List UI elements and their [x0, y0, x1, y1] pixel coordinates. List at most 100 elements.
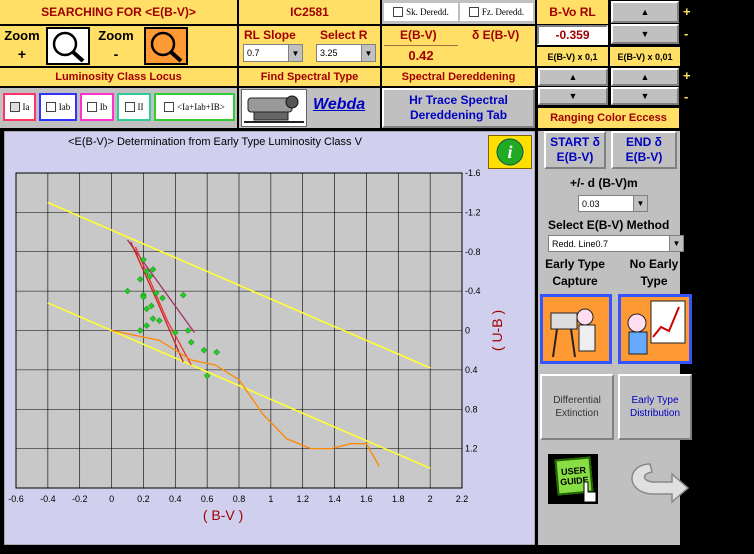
x-tick-label: 0.8	[233, 494, 246, 504]
chart-svg[interactable]: <E(B-V)> Determination from Early Type L…	[3, 130, 536, 546]
ebv-label: E(B-V)	[400, 28, 437, 42]
pm-db-select[interactable]: 0.03 ▼	[578, 195, 648, 212]
minus-sign-top: -	[684, 26, 689, 41]
bvo-value-field[interactable]: -0.359	[537, 25, 608, 45]
method-label: Select E(B-V) Method	[548, 218, 670, 232]
spec-dered-header: Spectral Dereddening	[382, 68, 535, 86]
early-dist-button[interactable]: Early Type Distribution	[618, 374, 692, 440]
chevron-down-icon[interactable]: ▼	[633, 196, 647, 211]
chevron-down-icon[interactable]: ▼	[669, 236, 683, 251]
all-label: <Ia+Iab+IB>	[177, 102, 225, 112]
zoom-minus-sign: -	[113, 46, 119, 62]
y-tick-label: -0.4	[465, 286, 481, 296]
x-tick-label: 0	[109, 494, 114, 504]
no-early-button[interactable]	[618, 294, 692, 364]
spectrograph-button[interactable]	[241, 89, 307, 127]
ranging-up-right-button[interactable]: ▲	[611, 68, 679, 86]
y-tick-label: 0.4	[465, 365, 478, 375]
deredd-toggle-panel: Sk. Deredd. Fz. Deredd.	[382, 0, 535, 24]
lum-class-all[interactable]: <Ia+Iab+IB>	[154, 93, 235, 121]
x-axis-label: ( B-V )	[203, 507, 243, 523]
end-delta-button[interactable]: END δ E(B-V)	[611, 131, 677, 169]
hr-trace-button[interactable]: Hr Trace Spectral Dereddening Tab	[382, 88, 535, 128]
ranging-down-left-button[interactable]: ▼	[538, 87, 608, 105]
cluster-name: IC2581	[239, 0, 380, 24]
photographer-icon	[550, 308, 596, 358]
up-arrow-icon: ▲	[640, 72, 650, 82]
y-tick-label: 1.2	[465, 444, 478, 454]
lum-class-iab[interactable]: Iab	[39, 93, 77, 121]
lum-class-ib[interactable]: Ib	[80, 93, 114, 121]
early-capture-button[interactable]	[540, 294, 612, 364]
webda-link[interactable]: Webda	[313, 96, 365, 114]
ii-box[interactable]	[124, 102, 135, 112]
ranging-down-right-button[interactable]: ▼	[611, 87, 679, 105]
all-box[interactable]	[164, 102, 175, 112]
x-tick-label: 2.2	[456, 494, 469, 504]
info-icon: i	[496, 138, 524, 166]
x-tick-label: 0.4	[169, 494, 182, 504]
bvo-rl-label: B-Vo RL	[537, 0, 608, 24]
zoom-plus-label: Zoom	[4, 28, 40, 43]
down-arrow-icon: ▼	[568, 91, 578, 101]
bvo-down-button[interactable]: ▼	[611, 24, 679, 44]
zoom-out-button[interactable]	[144, 27, 188, 65]
rl-slope-select[interactable]: 0.7 ▼	[243, 44, 303, 62]
x-tick-label: 1.8	[392, 494, 405, 504]
rl-slope-label: RL Slope	[244, 28, 296, 42]
magnifier-orange-icon	[150, 31, 183, 63]
down-arrow-icon: ▼	[640, 29, 650, 39]
searching-for-label: SEARCHING FOR <E(B-V)>	[0, 0, 237, 24]
method-value: Redd. Line0.7	[552, 238, 609, 249]
fz-deredd-box[interactable]	[468, 7, 479, 17]
info-button[interactable]: i	[488, 135, 532, 169]
bvo-up-button[interactable]: ▲	[611, 1, 679, 23]
iab-box[interactable]	[45, 102, 56, 112]
user-guide-button[interactable]: USER GUIDE	[548, 454, 598, 504]
ii-label: II	[137, 102, 144, 112]
up-arrow-icon: ▲	[640, 7, 650, 17]
x-tick-label: -0.6	[8, 494, 24, 504]
y-tick-label: -0.8	[465, 247, 481, 257]
back-button[interactable]	[620, 456, 690, 506]
ib-label: Ib	[99, 102, 108, 112]
sk-deredd-box[interactable]	[393, 7, 404, 17]
sk-deredd-checkbox[interactable]: Sk. Deredd.	[384, 3, 458, 21]
x-tick-label: 0.6	[201, 494, 214, 504]
select-r-select[interactable]: 3.25 ▼	[316, 44, 376, 62]
method-select[interactable]: Redd. Line0.7 ▼	[548, 235, 684, 252]
hand-pointer-icon	[583, 481, 597, 503]
delta-ebv-label: δ E(B-V)	[472, 28, 520, 42]
ebv-value: 0.42	[384, 45, 458, 64]
ranging-up-left-button[interactable]: ▲	[538, 68, 608, 86]
x-tick-label: 1.2	[296, 494, 309, 504]
y-axis-label: ( U-B )	[489, 310, 505, 351]
lum-locus-header: Luminosity Class Locus	[0, 68, 237, 86]
lum-class-ii[interactable]: II	[117, 93, 151, 121]
r-value: 3.25	[320, 48, 338, 58]
fz-deredd-checkbox[interactable]: Fz. Deredd.	[460, 3, 533, 21]
telescope-icon	[244, 95, 304, 123]
ia-box[interactable]	[9, 102, 20, 112]
ib-box[interactable]	[86, 102, 97, 112]
find-spec-header: Find Spectral Type	[239, 68, 380, 86]
start-delta-button[interactable]: START δ E(B-V)	[544, 131, 606, 169]
ia-label: Ia	[22, 102, 30, 112]
ranging-color-text: Ranging Color Eccess	[550, 112, 667, 124]
lum-class-ia[interactable]: Ia	[3, 93, 36, 121]
chart-panel: <E(B-V)> Determination from Early Type L…	[3, 130, 536, 546]
zoom-minus-label: Zoom	[98, 28, 134, 43]
zoom-in-button[interactable]	[46, 27, 90, 65]
chevron-down-icon[interactable]: ▼	[361, 45, 375, 61]
x-tick-label: 1.4	[328, 494, 341, 504]
chevron-down-icon[interactable]: ▼	[288, 45, 302, 61]
down-arrow-icon: ▼	[640, 91, 650, 101]
plus-sign-mid: +	[683, 68, 691, 83]
x-tick-label: 1	[268, 494, 273, 504]
up-arrow-icon: ▲	[568, 72, 578, 82]
differential-button[interactable]: Differential Extinction	[540, 374, 614, 440]
scientist-chart-icon	[627, 300, 686, 355]
plus-sign-top: +	[683, 4, 691, 19]
x-tick-label: 0.2	[137, 494, 150, 504]
lum-locus-text: Luminosity Class Locus	[55, 71, 182, 83]
